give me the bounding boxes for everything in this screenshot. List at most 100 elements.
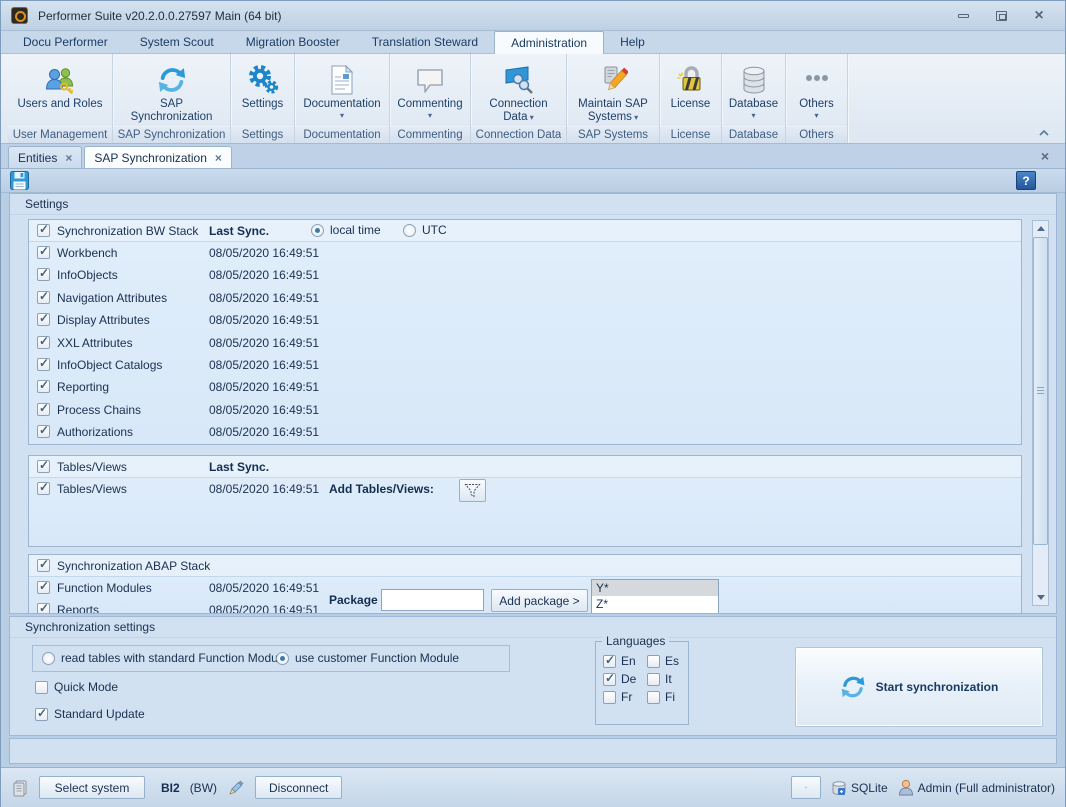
lang-en-checkbox[interactable] (603, 655, 616, 668)
menu-docu-performer[interactable]: Docu Performer (7, 31, 124, 53)
ribbon-documentation-button[interactable]: Documentation Documentation (295, 54, 390, 143)
tab-sap-synchronization[interactable]: SAP Synchronization × (84, 146, 232, 168)
standard-update-label[interactable]: Standard Update (54, 707, 145, 721)
customer-fm-radio[interactable] (276, 652, 289, 665)
ribbon-license-button[interactable]: License License (660, 54, 722, 143)
authorizations-checkbox[interactable] (37, 425, 50, 438)
menu-help[interactable]: Help (604, 31, 661, 53)
ribbon-commenting-button[interactable]: Commenting Commenting (390, 54, 471, 143)
package-list-item[interactable]: Y* (592, 580, 718, 596)
menu-translation-steward[interactable]: Translation Steward (356, 31, 494, 53)
abap-stack-title[interactable]: Synchronization ABAP Stack (57, 559, 210, 573)
local-time-label[interactable]: local time (330, 223, 381, 237)
standard-fm-radio[interactable] (42, 652, 55, 665)
ribbon-connection-data-button[interactable]: Connection Data Connection Data (471, 54, 567, 143)
package-input[interactable] (381, 589, 484, 611)
ribbon-maintain-sap-button[interactable]: Maintain SAP Systems SAP Systems (567, 54, 660, 143)
scroll-thumb[interactable] (1033, 237, 1048, 545)
close-button[interactable] (1027, 7, 1051, 24)
ribbon-database-button[interactable]: Database Database (722, 54, 786, 143)
tables-views-header-checkbox[interactable] (37, 460, 50, 473)
infoobject-catalogs-checkbox[interactable] (37, 358, 50, 371)
customer-fm-label[interactable]: use customer Function Module (295, 651, 459, 665)
maintain-sap-icon (567, 54, 659, 96)
bw-row: XXL Attributes08/05/2020 16:49:51 (29, 332, 1021, 354)
sync-settings-panel: Synchronization settings read tables wit… (9, 616, 1057, 736)
help-button[interactable] (1016, 171, 1036, 190)
status-sync-button[interactable] (791, 776, 821, 799)
process-chains-checkbox[interactable] (37, 403, 50, 416)
ribbon-users-roles-button[interactable]: Users and Roles User Management (8, 54, 113, 143)
sync-date: 08/05/2020 16:49:51 (209, 313, 319, 327)
function-module-radio-group: read tables with standard Function Modul… (32, 645, 510, 672)
bw-row: Authorizations08/05/2020 16:49:51 (29, 421, 1021, 443)
sync-icon (840, 674, 866, 700)
ribbon-group-user-management: User Management (8, 126, 112, 143)
lang-es-checkbox[interactable] (647, 655, 660, 668)
restore-button[interactable] (989, 7, 1013, 24)
bw-stack-checkbox[interactable] (37, 224, 50, 237)
tables-views-title[interactable]: Tables/Views (57, 460, 127, 474)
lang-fi-checkbox[interactable] (647, 691, 660, 704)
ribbon-group-commenting: Commenting (390, 126, 470, 143)
app-icon (11, 7, 28, 24)
ribbon-sap-sync-button[interactable]: SAP Synchronization SAP Synchronization (113, 54, 231, 143)
languages-groupbox: Languages En Es De It Fr Fi (595, 641, 689, 725)
lang-fr-checkbox[interactable] (603, 691, 616, 704)
xxl-attributes-checkbox[interactable] (37, 336, 50, 349)
add-tables-views-button[interactable] (459, 479, 486, 502)
local-time-radio[interactable] (311, 224, 324, 237)
connection-data-icon (471, 54, 566, 96)
display-attributes-checkbox[interactable] (37, 313, 50, 326)
sync-date: 08/05/2020 16:49:51 (209, 358, 319, 372)
standard-update-checkbox[interactable] (35, 708, 48, 721)
ribbon-group-settings: Settings (231, 126, 294, 143)
reports-checkbox[interactable] (37, 603, 50, 614)
scroll-up-icon[interactable] (1033, 221, 1048, 236)
tab-entities[interactable]: Entities × (8, 146, 82, 168)
add-package-button[interactable]: Add package > (491, 589, 588, 612)
scroll-down-icon[interactable] (1033, 590, 1048, 605)
ribbon-collapse-icon[interactable] (1033, 126, 1055, 140)
abap-stack-checkbox[interactable] (37, 559, 50, 572)
license-icon (660, 54, 721, 96)
ribbon-others-button[interactable]: Others Others (786, 54, 848, 143)
settings-scrollbar[interactable] (1032, 220, 1049, 606)
utc-radio[interactable] (403, 224, 416, 237)
lang-it-checkbox[interactable] (647, 673, 660, 686)
reporting-checkbox[interactable] (37, 380, 50, 393)
package-list-item[interactable]: Z* (592, 596, 718, 612)
utc-label[interactable]: UTC (422, 223, 447, 237)
menu-administration[interactable]: Administration (494, 31, 604, 54)
sync-date: 08/05/2020 16:49:51 (209, 425, 319, 439)
standard-fm-label[interactable]: read tables with standard Function Modul… (61, 651, 287, 665)
quick-mode-label[interactable]: Quick Mode (54, 680, 118, 694)
tabstrip-close-icon[interactable]: × (1041, 148, 1049, 164)
menu-system-scout[interactable]: System Scout (124, 31, 230, 53)
abap-stack-box: Synchronization ABAP Stack Function Modu… (28, 554, 1022, 614)
tab-entities-close-icon[interactable]: × (65, 153, 72, 163)
tables-views-checkbox[interactable] (37, 482, 50, 495)
sync-date: 08/05/2020 16:49:51 (209, 246, 319, 260)
select-system-button[interactable]: Select system (39, 776, 145, 799)
start-synchronization-button[interactable]: Start synchronization (795, 647, 1043, 727)
empty-panel (9, 738, 1057, 764)
bw-row: Reporting08/05/2020 16:49:51 (29, 376, 1021, 398)
menu-migration-booster[interactable]: Migration Booster (230, 31, 356, 53)
workbench-checkbox[interactable] (37, 246, 50, 259)
function-modules-checkbox[interactable] (37, 581, 50, 594)
ribbon-settings-button[interactable]: Settings Settings (231, 54, 295, 143)
minimize-button[interactable] (951, 7, 975, 24)
navigation-attributes-checkbox[interactable] (37, 291, 50, 304)
sync-date: 08/05/2020 16:49:51 (209, 581, 319, 595)
sync-date: 08/05/2020 16:49:51 (209, 268, 319, 282)
save-button[interactable] (10, 171, 29, 190)
quick-mode-checkbox[interactable] (35, 681, 48, 694)
tab-sap-sync-close-icon[interactable]: × (215, 153, 222, 163)
lang-de-checkbox[interactable] (603, 673, 616, 686)
database-status-icon (831, 780, 847, 796)
disconnect-button[interactable]: Disconnect (255, 776, 342, 799)
bw-stack-title[interactable]: Synchronization BW Stack (57, 224, 198, 238)
document-tab-strip: Entities × SAP Synchronization × × (1, 144, 1065, 169)
infoobjects-checkbox[interactable] (37, 268, 50, 281)
